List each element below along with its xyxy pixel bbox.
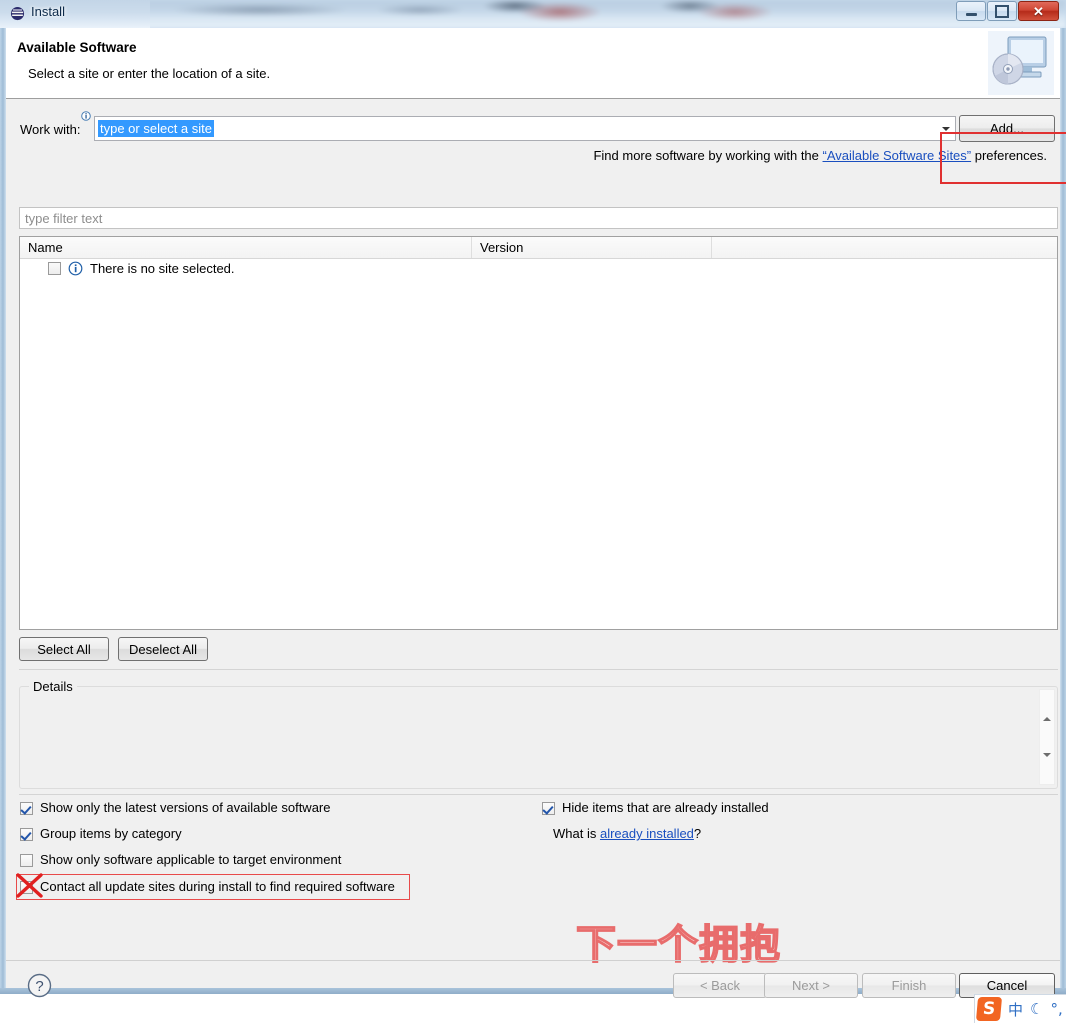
ime-moon-icon[interactable]: ☾ — [1030, 1000, 1043, 1018]
title-bar: Install ✕ — [0, 0, 1066, 28]
sogou-ime-bar[interactable]: S 中 ☾ °, — [974, 994, 1066, 1023]
select-all-button[interactable]: Select All — [19, 637, 109, 661]
ime-mode-icon[interactable]: 中 — [1008, 999, 1023, 1020]
next-button[interactable]: Next > — [764, 973, 858, 998]
separator — [6, 960, 1060, 961]
back-button[interactable]: < Back — [673, 973, 767, 998]
sogou-logo-icon[interactable]: S — [975, 997, 1003, 1021]
finish-button[interactable]: Finish — [862, 973, 956, 998]
available-software-table[interactable]: Name Version There is no site selected. — [19, 236, 1058, 630]
work-with-row: Work with: type or select a site Add... … — [6, 100, 1060, 201]
column-header-blank[interactable] — [712, 237, 1057, 258]
window-border-right — [1060, 28, 1066, 988]
column-header-version[interactable]: Version — [472, 237, 712, 258]
filter-placeholder: type filter text — [25, 211, 103, 226]
install-dialog-window: Install ✕ Available Software Select a si… — [0, 0, 1066, 1023]
find-more-software-text: Find more software by working with the “… — [593, 148, 1047, 163]
option-label: Hide items that are already installed — [562, 800, 769, 815]
minimize-icon — [965, 12, 977, 16]
column-header-name[interactable]: Name — [20, 237, 472, 258]
details-label: Details — [29, 679, 77, 694]
details-group: Details — [19, 679, 1058, 789]
checkbox[interactable] — [20, 854, 33, 867]
help-icon[interactable]: ? — [26, 972, 53, 999]
work-with-combobox[interactable]: type or select a site — [94, 116, 956, 141]
watermark-text: 下一个拥抱 — [575, 921, 781, 969]
minimize-button[interactable] — [956, 1, 986, 21]
details-frame — [19, 686, 1058, 789]
work-with-input-value[interactable]: type or select a site — [98, 120, 214, 137]
close-icon: ✕ — [1033, 3, 1044, 19]
scroll-down-icon[interactable] — [1040, 748, 1054, 762]
chevron-down-icon[interactable] — [937, 117, 955, 140]
deselect-all-button[interactable]: Deselect All — [118, 637, 208, 661]
checkbox[interactable] — [20, 881, 33, 894]
checkbox[interactable] — [542, 802, 555, 815]
what-is-already-installed-text: What is already installed? — [553, 826, 701, 841]
eclipse-icon — [10, 6, 25, 21]
what-is-suffix: ? — [693, 826, 702, 841]
row-label: There is no site selected. — [90, 261, 235, 276]
filter-input[interactable]: type filter text — [19, 207, 1058, 229]
option-label: Show only software applicable to target … — [40, 852, 342, 867]
svg-text:?: ? — [35, 978, 43, 995]
scroll-up-icon[interactable] — [1040, 712, 1054, 726]
dialog-client-area: Available Software Select a site or ente… — [6, 28, 1066, 1023]
info-icon — [68, 261, 83, 276]
wizard-header: Available Software Select a site or ente… — [6, 28, 1060, 99]
what-is-prefix: What is — [553, 826, 600, 841]
ime-punctuation-icon[interactable]: °, — [1050, 1000, 1062, 1018]
separator — [19, 669, 1058, 670]
monitor-disc-icon — [988, 31, 1054, 95]
details-scrollbar[interactable] — [1039, 689, 1055, 785]
table-row[interactable]: There is no site selected. — [20, 259, 1057, 280]
page-subtitle: Select a site or enter the location of a… — [28, 66, 271, 81]
close-button[interactable]: ✕ — [1018, 1, 1059, 21]
titlebar-blurred-backdrop — [0, 0, 1066, 28]
option-label: Group items by category — [40, 826, 182, 841]
find-more-suffix: preferences. — [971, 148, 1047, 163]
find-more-prefix: Find more software by working with the — [593, 148, 823, 163]
info-icon — [81, 111, 91, 121]
table-header: Name Version — [20, 237, 1057, 259]
maximize-button[interactable] — [987, 1, 1017, 21]
available-software-sites-link[interactable]: “Available Software Sites” — [823, 148, 972, 163]
already-installed-link[interactable]: already installed — [600, 826, 694, 841]
option-label: Contact all update sites during install … — [40, 879, 395, 894]
option-label: Show only the latest versions of availab… — [40, 800, 331, 815]
add-button[interactable]: Add... — [959, 115, 1055, 142]
window-title: Install — [31, 4, 65, 19]
maximize-icon — [995, 4, 1009, 18]
checkbox[interactable] — [20, 802, 33, 815]
separator — [19, 794, 1058, 795]
checkbox[interactable] — [20, 828, 33, 841]
work-with-label: Work with: — [20, 122, 81, 137]
row-checkbox[interactable] — [48, 262, 61, 275]
page-title: Available Software — [17, 40, 137, 55]
